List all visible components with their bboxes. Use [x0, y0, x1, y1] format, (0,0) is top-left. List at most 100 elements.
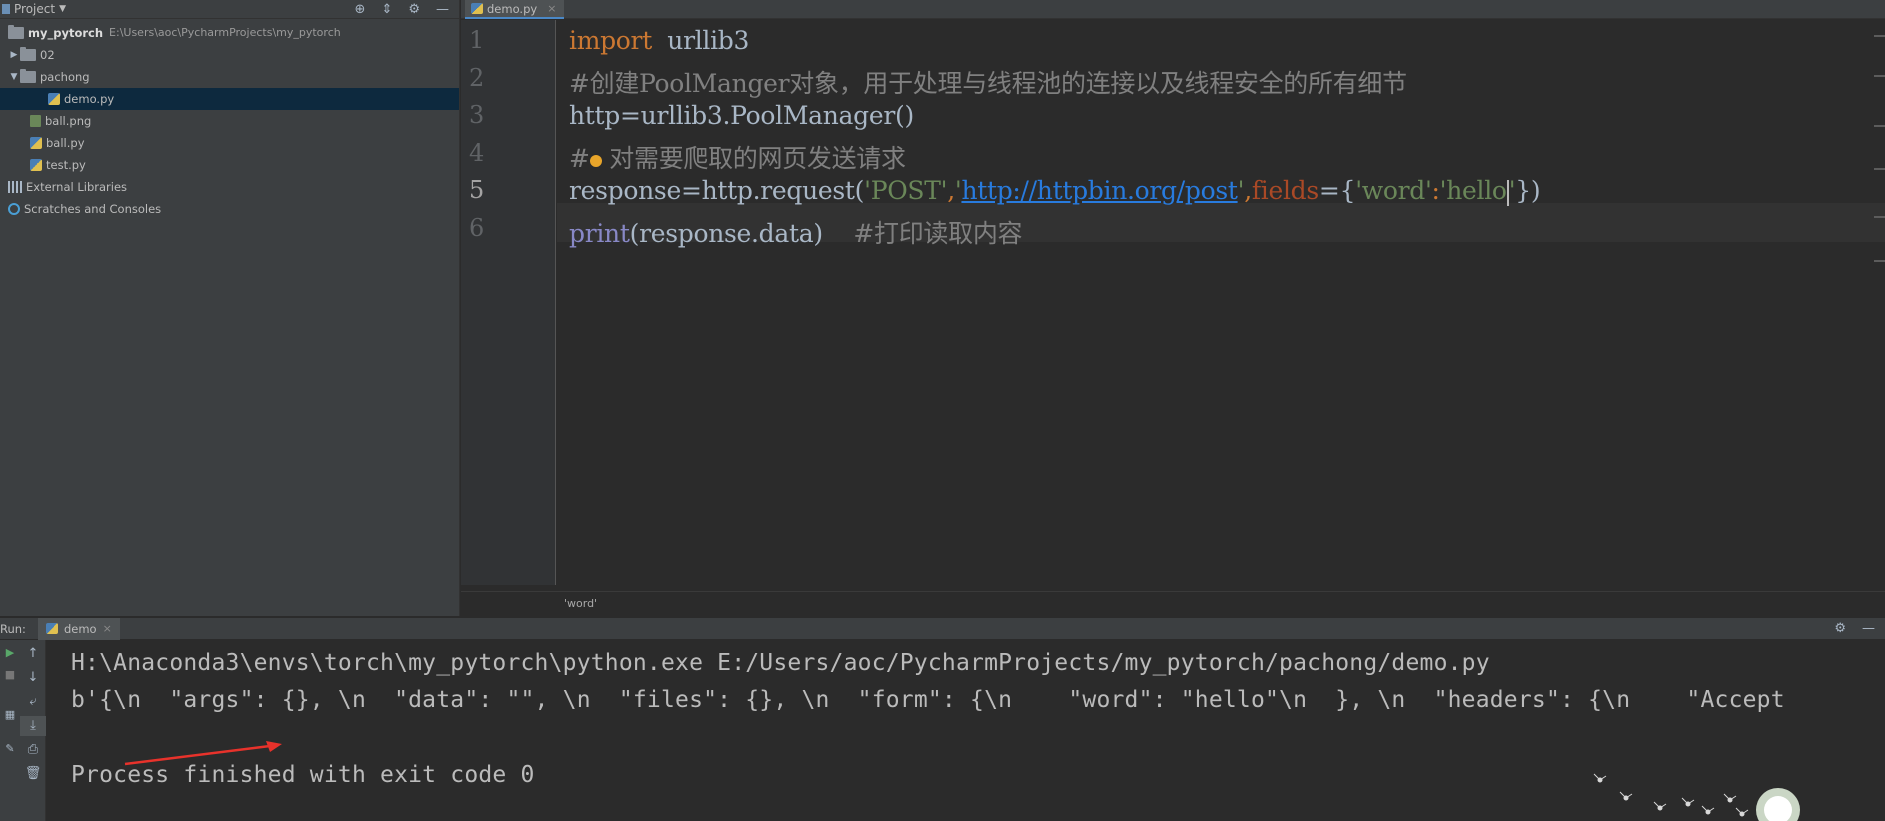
- image-file-icon: [30, 115, 41, 127]
- scratches-icon: [8, 203, 20, 215]
- project-title: Project: [14, 2, 56, 16]
- code-text: (response.data): [629, 219, 854, 248]
- named-param: fields: [1251, 176, 1319, 205]
- builtin: print: [569, 219, 630, 248]
- line-number: 1: [469, 26, 485, 54]
- run-tab-label: demo: [63, 621, 97, 636]
- tree-item-label: pachong: [40, 70, 90, 84]
- stripe-mark[interactable]: [1874, 168, 1885, 170]
- chevron-right-icon[interactable]: ▶: [8, 44, 20, 66]
- chevron-down-icon: ▼: [59, 4, 66, 14]
- project-tool-window: Project ▼ ⊕ ⇕ ⚙ — my_pytorch E:\Users\ao…: [0, 0, 460, 616]
- lightbulb-icon[interactable]: [589, 154, 602, 167]
- code-editor[interactable]: import urllib3 #创建PoolManger对象，用于处理与线程池的…: [557, 20, 1885, 585]
- minimize-icon[interactable]: —: [436, 2, 449, 17]
- rerun-icon[interactable]: ▶: [0, 644, 20, 662]
- code-line-4[interactable]: # 对需要爬取的网页发送请求: [569, 139, 906, 175]
- scroll-down-icon[interactable]: ↓: [20, 668, 46, 688]
- root-name: my_pytorch: [28, 26, 104, 40]
- line-number-gutter: 1 2 3 4 5 6: [461, 20, 556, 585]
- console-line: b'{\n "args": {}, \n "data": "", \n "fil…: [71, 687, 1785, 713]
- code-line-1[interactable]: import urllib3: [569, 26, 749, 55]
- gear-icon[interactable]: ⚙: [1834, 621, 1846, 636]
- dandelion-decoration: [1593, 773, 1800, 821]
- tree-item-external-libraries[interactable]: External Libraries: [0, 176, 459, 198]
- error-stripe[interactable]: [1873, 20, 1885, 585]
- breadcrumb: 'word': [461, 591, 1885, 615]
- tree-item-label: ball.png: [45, 114, 92, 128]
- comment: 对需要爬取的网页发送请求: [601, 144, 906, 173]
- tree-item-root[interactable]: my_pytorch E:\Users\aoc\PycharmProjects\…: [0, 22, 459, 44]
- code-line-3[interactable]: http=urllib3.PoolManager(): [569, 101, 914, 130]
- breadcrumb-item[interactable]: 'word': [564, 597, 597, 610]
- string: 'hello: [1439, 176, 1507, 205]
- code-line-5[interactable]: response=http.request('POST','http://htt…: [569, 176, 1541, 206]
- stripe-mark[interactable]: [1874, 75, 1885, 77]
- tree-item-ball-png[interactable]: ball.png: [0, 110, 459, 132]
- run-side-toolbar: ▶ ■ ▦ ✎: [0, 640, 20, 821]
- tab-demo-py[interactable]: demo.py ×: [465, 0, 565, 19]
- tree-item-label: test.py: [46, 158, 86, 172]
- string: 'word': [1355, 176, 1432, 205]
- run-tab-demo[interactable]: demo ×: [37, 617, 120, 640]
- line-number: 5: [469, 176, 485, 204]
- stripe-mark[interactable]: [1874, 216, 1885, 218]
- comment: #打印读取内容: [853, 219, 1023, 248]
- string: 'POST': [864, 176, 948, 205]
- close-icon[interactable]: ×: [103, 622, 112, 635]
- code-line-2[interactable]: #创建PoolManger对象，用于处理与线程池的连接以及线程安全的所有细节: [569, 64, 1407, 100]
- tree-item-label: Scratches and Consoles: [24, 202, 162, 216]
- stripe-mark[interactable]: [1874, 260, 1885, 262]
- tree-item-ball-py[interactable]: ball.py: [0, 132, 459, 154]
- comment: #创建PoolManger对象，用于处理与线程池的连接以及线程安全的所有细节: [569, 69, 1407, 98]
- tree-item-scratches[interactable]: Scratches and Consoles: [0, 198, 459, 220]
- folder-icon: [20, 69, 36, 83]
- stop-icon[interactable]: ■: [0, 666, 20, 684]
- console-line: H:\Anaconda3\envs\torch\my_pytorch\pytho…: [71, 650, 1490, 676]
- project-tree: my_pytorch E:\Users\aoc\PycharmProjects\…: [0, 22, 459, 220]
- locate-icon[interactable]: ⊕: [355, 2, 366, 17]
- code-text: }): [1515, 176, 1541, 205]
- print-icon[interactable]: ⎙: [20, 740, 46, 760]
- colon: :: [1431, 176, 1440, 205]
- soft-wrap-icon[interactable]: ⤶: [20, 692, 46, 712]
- stripe-mark[interactable]: [1874, 35, 1885, 37]
- gear-icon[interactable]: ⚙: [408, 2, 420, 17]
- project-header: Project ▼ ⊕ ⇕ ⚙ —: [0, 0, 459, 19]
- minimize-icon[interactable]: —: [1862, 621, 1875, 636]
- root-path: E:\Users\aoc\PycharmProjects\my_pytorch: [109, 26, 341, 39]
- close-icon[interactable]: ×: [547, 2, 556, 15]
- code-text: urllib3: [651, 26, 750, 55]
- editor-tab-bar: demo.py ×: [461, 0, 1885, 19]
- project-view-selector[interactable]: Project ▼: [0, 2, 66, 16]
- url-link[interactable]: http://httpbin.org/post: [961, 176, 1237, 205]
- layout-icon[interactable]: ▦: [0, 706, 20, 724]
- tree-item-test-py[interactable]: test.py: [0, 154, 459, 176]
- run-tool-window-header: Run: demo × ⚙ —: [0, 617, 1885, 640]
- tree-item-label: External Libraries: [26, 180, 128, 194]
- keyword: import: [569, 26, 652, 55]
- tree-item-label: ball.py: [46, 136, 85, 150]
- python-file-icon: [471, 3, 483, 14]
- python-file-icon: [30, 137, 42, 149]
- stripe-mark[interactable]: [1874, 125, 1885, 127]
- collapse-icon[interactable]: ⇕: [381, 2, 392, 17]
- scroll-up-icon[interactable]: ↑: [20, 644, 46, 664]
- pin-icon[interactable]: ✎: [0, 740, 20, 758]
- code-text: response=http.request(: [569, 176, 865, 205]
- folder-icon: [20, 47, 36, 61]
- library-icon: [8, 181, 22, 193]
- tree-item-pachong[interactable]: ▼ pachong: [0, 66, 459, 88]
- line-number: 3: [469, 101, 485, 129]
- code-line-6[interactable]: print(response.data) #打印读取内容: [569, 214, 1023, 250]
- trash-icon[interactable]: 🗑: [20, 764, 46, 784]
- chevron-down-icon[interactable]: ▼: [8, 66, 20, 88]
- tree-item-label: 02: [40, 48, 55, 62]
- scroll-to-end-icon[interactable]: ⤓: [20, 716, 46, 736]
- tree-item-02[interactable]: ▶ 02: [0, 44, 459, 66]
- comma: ,: [947, 176, 955, 205]
- comma: ,: [1244, 176, 1252, 205]
- tree-item-demo-py[interactable]: demo.py: [0, 88, 459, 110]
- tree-item-label: demo.py: [64, 92, 115, 106]
- python-file-icon: [48, 93, 60, 105]
